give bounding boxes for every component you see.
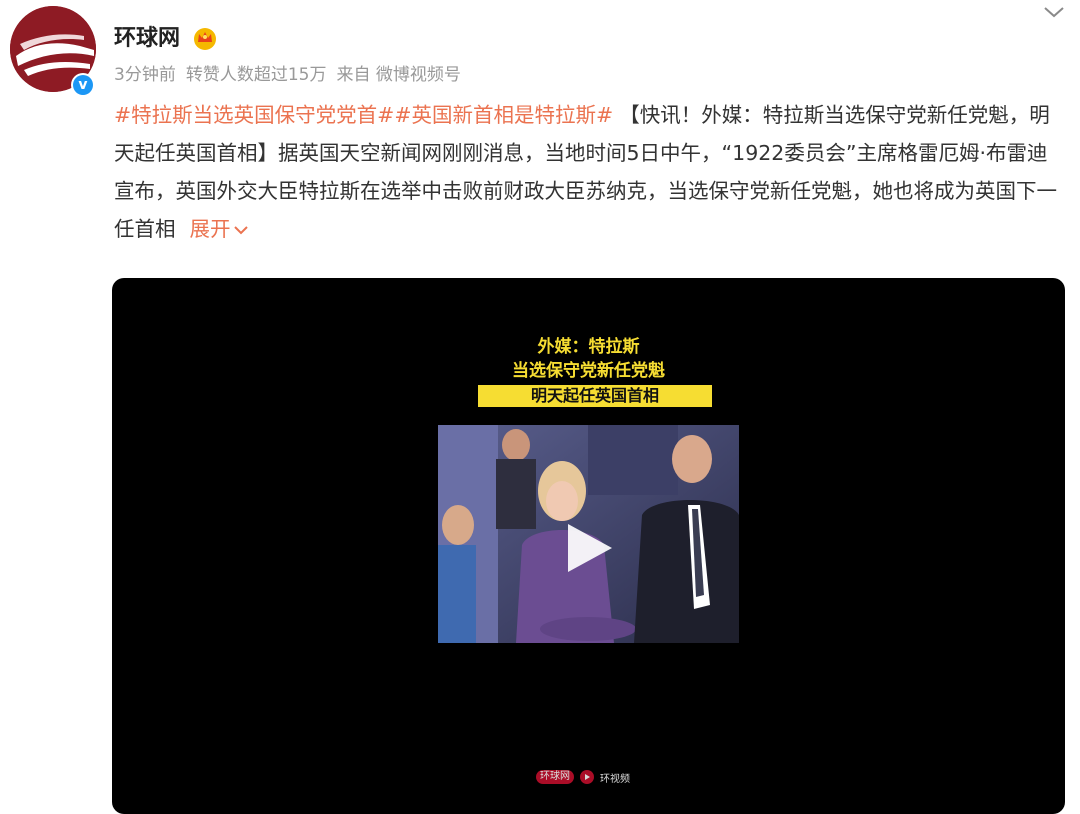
- chevron-down-icon: [233, 226, 248, 235]
- expand-button[interactable]: 展开: [190, 217, 249, 241]
- video-player[interactable]: 外媒：特拉斯 当选保守党新任党魁 明天起任英国首相 环球网 环视频: [112, 278, 1065, 814]
- play-icon[interactable]: [560, 520, 616, 576]
- post-text: #特拉斯当选英国保守党党首##英国新首相是特拉斯# 【快讯！外媒：特拉斯当选保守党…: [114, 96, 1064, 248]
- video-caption-line3: 明天起任英国首相: [478, 385, 712, 407]
- post-source[interactable]: 来自 微博视频号: [336, 65, 460, 85]
- verified-badge: v: [71, 73, 95, 97]
- watermark-logo: 环球网: [536, 770, 574, 784]
- repost-count: 转赞人数超过15万: [185, 65, 327, 85]
- expand-label: 展开: [189, 217, 231, 241]
- post-time[interactable]: 3分钟前: [114, 65, 176, 85]
- post-meta: 3分钟前 转赞人数超过15万 来自 微博视频号: [114, 63, 461, 87]
- video-caption-line2: 当选保守党新任党魁: [512, 361, 665, 381]
- verified-check-icon: v: [73, 75, 93, 95]
- watermark-play-icon: [580, 770, 594, 784]
- video-watermark: 环球网 环视频: [536, 768, 630, 786]
- username[interactable]: 环球网: [114, 24, 180, 54]
- watermark-text: 环视频: [600, 773, 630, 785]
- chevron-down-icon[interactable]: [1040, 2, 1068, 22]
- crown-icon: [194, 28, 216, 50]
- hashtag-link[interactable]: #特拉斯当选英国保守党党首#: [114, 103, 394, 127]
- hashtag-link[interactable]: #英国新首相是特拉斯#: [394, 103, 613, 127]
- video-caption-line1: 外媒：特拉斯: [537, 337, 640, 357]
